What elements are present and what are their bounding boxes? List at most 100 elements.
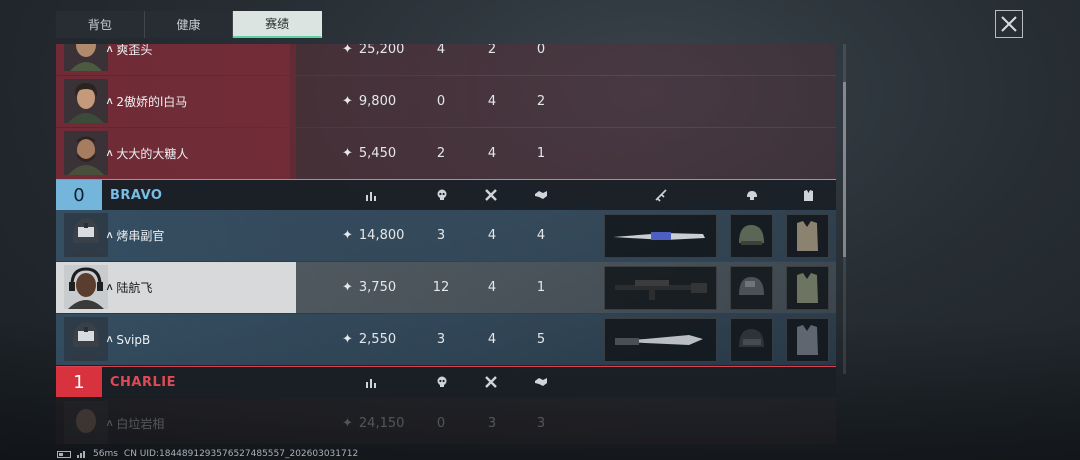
player-name: 陆航飞 [116, 281, 153, 295]
rank-chevron-icon: ∧ [105, 418, 115, 429]
rank-chevron-icon: ∧ [105, 334, 115, 345]
assists-value: 0 [536, 44, 546, 57]
knife-icon [615, 335, 703, 345]
player-name: 爽歪头 [116, 44, 153, 57]
player-score: 25,200 [358, 44, 405, 57]
player-score: 2,550 [358, 332, 397, 347]
tab-health[interactable]: 健康 [145, 11, 234, 38]
player-score: 14,800 [358, 228, 405, 243]
knife-icon [613, 232, 705, 240]
rank-chevron-icon: ∧ [105, 148, 115, 159]
close-icon [1001, 16, 1017, 32]
helmet-slot[interactable] [730, 214, 773, 258]
vest-slot[interactable] [786, 266, 829, 310]
signal-icon [77, 451, 85, 458]
weapon-slot[interactable] [604, 266, 717, 310]
table-row: ∧ 爽歪头 ✦ 25,200 4 2 0 [56, 44, 836, 75]
player-name: 大大的大糖人 [116, 147, 189, 161]
rifle-icon [615, 280, 707, 300]
player-name: 白垃岩相 [116, 417, 165, 431]
tab-record[interactable]: 赛绩 [233, 11, 323, 38]
player-name: SvipB [116, 332, 151, 347]
assists-value: 3 [536, 416, 546, 431]
score-medal-icon: ✦ [342, 44, 353, 57]
table-row[interactable]: ∧ 烤串副官 ✦ 14,800 3 4 4 [56, 210, 836, 261]
helmet-slot[interactable] [730, 318, 773, 362]
kills-value: 2 [436, 146, 446, 161]
player-score: 3,750 [358, 280, 397, 295]
battery-icon [57, 450, 71, 458]
helmet-icon [739, 329, 764, 347]
table-row-self[interactable]: ∧ 陆航飞 ✦ 3,750 12 4 1 [56, 262, 836, 313]
skull-icon [430, 367, 454, 397]
tab-backpack[interactable]: 背包 [56, 11, 145, 38]
kills-value: 3 [436, 228, 446, 243]
rank-chevron-icon: ∧ [105, 282, 115, 293]
handshake-icon [529, 180, 553, 210]
vest-slot[interactable] [786, 214, 829, 258]
avatar [64, 44, 108, 71]
score-medal-icon: ✦ [342, 280, 353, 295]
deaths-value: 4 [487, 332, 497, 347]
status-footer: 56ms CN UID:1844891293576527485557_20260… [57, 448, 358, 460]
helmet-icon [739, 225, 764, 245]
team-header-bravo: 0 BRAVO [56, 179, 836, 210]
avatar [64, 401, 108, 444]
rifle-icon [649, 180, 673, 210]
kills-value: 3 [436, 332, 446, 347]
player-name: 2傲娇的l白马 [116, 95, 188, 109]
player-name: 烤串副官 [116, 229, 165, 243]
rank-chevron-icon: ∧ [105, 96, 115, 107]
avatar [64, 79, 108, 123]
score-medal-icon: ✦ [342, 228, 353, 243]
score-medal-icon: ✦ [342, 416, 353, 431]
helmet-slot[interactable] [730, 266, 773, 310]
weapon-slot[interactable] [604, 214, 717, 258]
assists-value: 4 [536, 228, 546, 243]
team-header-charlie: 1 CHARLIE [56, 366, 836, 397]
kills-value: 4 [436, 44, 446, 57]
deaths-value: 4 [487, 280, 497, 295]
vest-icon [797, 273, 818, 303]
deaths-value: 4 [487, 228, 497, 243]
close-button[interactable] [995, 10, 1023, 38]
assists-value: 1 [536, 280, 546, 295]
crossed-x-icon [479, 180, 503, 210]
team-name: BRAVO [110, 187, 163, 203]
assists-value: 2 [536, 94, 546, 109]
vest-slot[interactable] [786, 318, 829, 362]
bar-chart-icon [359, 367, 383, 397]
tab-bar: 背包 健康 赛绩 [56, 11, 323, 38]
kills-value: 0 [436, 416, 446, 431]
score-medal-icon: ✦ [342, 332, 353, 347]
uid-text: CN UID:1844891293576527485557_2026030317… [123, 449, 359, 459]
skull-icon [430, 180, 454, 210]
table-row: ∧ 大大的大糖人 ✦ 5,450 2 4 1 [56, 128, 836, 179]
team-score: 1 [56, 367, 102, 397]
weapon-slot[interactable] [604, 318, 717, 362]
vest-icon [797, 325, 818, 355]
rank-chevron-icon: ∧ [105, 44, 115, 55]
table-row[interactable]: ∧ SvipB ✦ 2,550 3 4 5 [56, 314, 836, 365]
team-score: 0 [56, 180, 102, 210]
handshake-icon [529, 367, 553, 397]
scrollbar-thumb[interactable] [843, 82, 846, 257]
player-score: 24,150 [358, 416, 405, 431]
player-score: 5,450 [358, 146, 397, 161]
ping-value: 56ms [93, 449, 118, 459]
kills-value: 0 [436, 94, 446, 109]
assists-value: 1 [536, 146, 546, 161]
helmet-icon [740, 180, 764, 210]
deaths-value: 4 [487, 146, 497, 161]
helmet-icon [739, 277, 764, 295]
avatar [64, 131, 108, 175]
crossed-x-icon [479, 367, 503, 397]
score-medal-icon: ✦ [342, 94, 353, 109]
assists-value: 5 [536, 332, 546, 347]
table-row[interactable]: ∧ 白垃岩相 ✦ 24,150 0 3 3 [56, 398, 836, 444]
table-row: ∧ 2傲娇的l白马 ✦ 9,800 0 4 2 [56, 76, 836, 127]
score-medal-icon: ✦ [342, 146, 353, 161]
player-score: 9,800 [358, 94, 397, 109]
avatar [64, 213, 108, 257]
scoreboard-panel: ∧ 爽歪头 ✦ 25,200 4 2 0 ∧ 2傲娇的l白马 ✦ 9,800 0 4 2… [56, 44, 836, 444]
